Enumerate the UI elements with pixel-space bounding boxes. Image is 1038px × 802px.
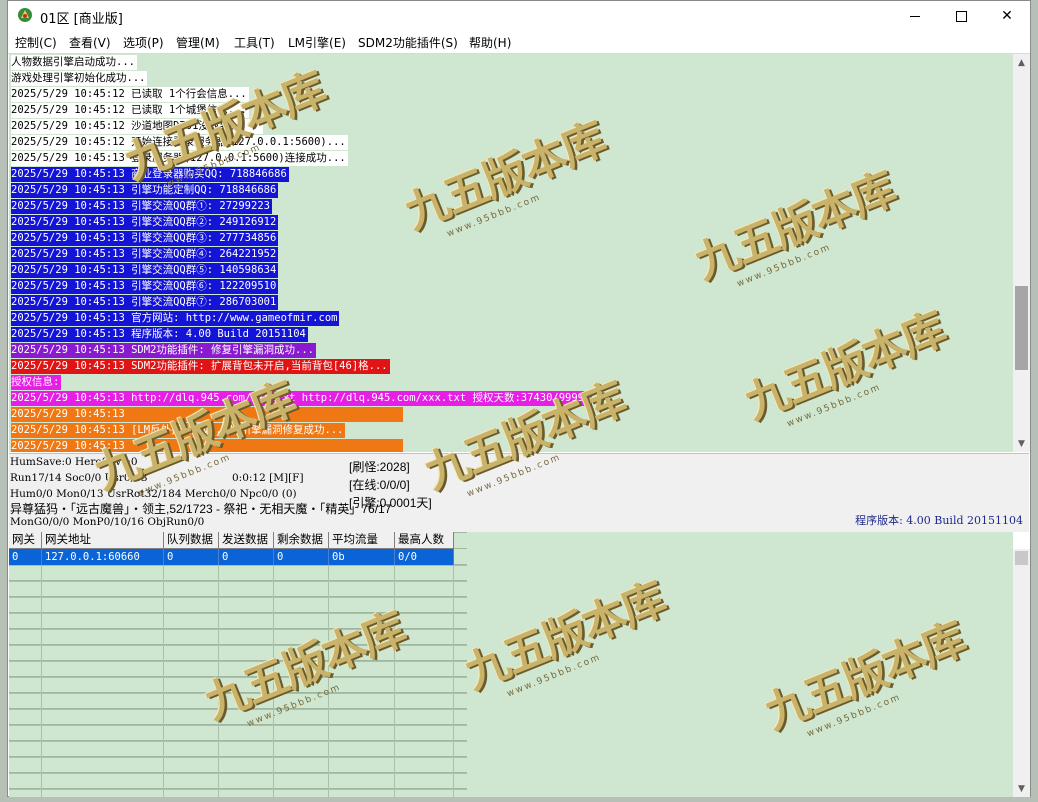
gateway-panel: 网关 网关地址 队列数据 发送数据 剩余数据 平均流量 最高人数 0 127.0.0.1:60… [9, 532, 1013, 797]
table-cell: 0 [9, 549, 42, 565]
close-icon: ✕ [1001, 8, 1013, 24]
table-cell: 0 [274, 549, 329, 565]
main-window: 01区 [商业版] ✕ 控制(C) 查看(V) 选项(P) 管理(M) 工具(T) LM引… [7, 0, 1031, 797]
table-cell: 127.0.0.1:60660 [42, 549, 164, 565]
log-line: 2025/5/29 10:45:13 引擎交流QQ群④: 264221952 [11, 247, 279, 262]
column-header[interactable]: 发送数据 [219, 532, 274, 549]
table-cell: 0/0 [395, 549, 454, 565]
scroll-thumb[interactable] [1015, 286, 1028, 370]
log-line: 2025/5/29 10:45:13 [11, 407, 403, 422]
log-line: 人物数据引擎启动成功... [11, 55, 137, 70]
column-header[interactable]: 队列数据 [164, 532, 219, 549]
gateway-scrollbar[interactable]: ▲ ▼ [1013, 549, 1030, 797]
column-header[interactable]: 网关地址 [42, 532, 164, 549]
log-line: 2025/5/29 10:45:13 [11, 439, 403, 452]
column-header[interactable]: 最高人数 [395, 532, 454, 549]
table-cell: 0 [164, 549, 219, 565]
close-button[interactable]: ✕ [984, 1, 1030, 31]
maximize-icon [955, 10, 967, 22]
log-line: 2025/5/29 10:45:13 官方网站: http://www.game… [11, 311, 340, 326]
grid-col-line [163, 565, 164, 797]
log-line: 2025/5/29 10:45:13 SDM2功能插件: 修复引擎漏洞成功... [11, 343, 317, 358]
grid-col-line [218, 565, 219, 797]
table-cell: 0b [329, 549, 395, 565]
scroll-down-icon[interactable]: ▼ [1013, 435, 1030, 452]
log-line: 2025/5/29 10:45:13 引擎交流QQ群②: 249126912 [11, 215, 279, 230]
table-row[interactable]: 0 127.0.0.1:60660 0 0 0 0b 0/0 [9, 549, 454, 565]
status-panel: HumSave:0 HeroSave:0 Run17/14 Soc0/0 Usr… [9, 453, 1029, 532]
log-line: 2025/5/29 10:45:12 开始连接登录服务器(127.0.0.1:5… [11, 135, 348, 150]
boss-info: 异尊猛犸・「远古魔兽」・领主,52/1723 - 祭祀・无相天魔・「精英」76/… [10, 502, 392, 516]
grid-col-line [328, 565, 329, 797]
log-line: 2025/5/29 10:45:13 引擎功能定制QQ: 718846686 [11, 183, 279, 198]
mon-stats: MonG0/0/0 MonP0/10/16 ObjRun0/0 [10, 516, 205, 528]
menu-bar: 控制(C) 查看(V) 选项(P) 管理(M) 工具(T) LM引擎(E) SDM2功能插件… [8, 31, 1030, 54]
grid-col-line [41, 565, 42, 797]
log-scrollbar[interactable]: ▲ ▼ [1013, 54, 1030, 452]
log-line: 2025/5/29 10:45:13 [LM反外挂引擎v3.6]:引擎漏洞修复成… [11, 423, 346, 438]
menu-item-6[interactable]: SDM2功能插件(S) [358, 34, 458, 51]
column-header[interactable]: 剩余数据 [274, 532, 329, 549]
menu-item-0[interactable]: 控制(C) [15, 34, 57, 51]
log-line: 2025/5/29 10:45:13 SDM2功能插件: 扩展背包未开启,当前背… [11, 359, 390, 374]
menu-item-4[interactable]: 工具(T) [234, 34, 275, 51]
gw-scroll-thumb[interactable] [1015, 551, 1028, 565]
log-line: 2025/5/29 10:45:13 引擎交流QQ群①: 27299223 [11, 199, 272, 214]
column-header[interactable]: 网关 [9, 532, 42, 549]
gateway-header: 网关 网关地址 队列数据 发送数据 剩余数据 平均流量 最高人数 [9, 532, 454, 549]
log-line: 授权信息: [11, 375, 62, 390]
scroll-up-icon[interactable]: ▲ [1013, 54, 1030, 71]
log-line: 2025/5/29 10:45:13 商业登录器购买QQ: 718846686 [11, 167, 289, 182]
log-line: 2025/5/29 10:45:13 引擎交流QQ群⑦: 286703001 [11, 295, 279, 310]
log-line: 2025/5/29 10:45:12 已读取 1个行会信息... [11, 87, 249, 102]
log-line: 2025/5/29 10:45:13 引擎交流QQ群⑤: 140598634 [11, 263, 279, 278]
log-line: 游戏处理引擎初始化成功... [11, 71, 148, 86]
menu-item-2[interactable]: 选项(P) [123, 34, 164, 51]
engine-days: [引擎:0.0001天] [349, 496, 432, 510]
run-timer: 0:0:12 [M][F] [232, 472, 304, 484]
minimize-button[interactable] [892, 1, 938, 31]
online-count: [在线:0/0/0] [349, 478, 410, 492]
maximize-button[interactable] [938, 1, 984, 31]
log-line: 2025/5/29 10:45:12 已读取 1个城堡信息... [11, 103, 249, 118]
log-line: 2025/5/29 10:45:13 引擎交流QQ群③: 277734856 [11, 231, 279, 246]
log-line: 2025/5/29 10:45:12 沙道地图D701没找到！！！ [11, 119, 264, 134]
hum-stats: Hum0/0 Mon0/13 UsrRot32/184 Merch0/0 Npc… [10, 488, 297, 500]
grid-columns [9, 565, 467, 797]
menu-item-5[interactable]: LM引擎(E) [288, 34, 346, 51]
gw-scroll-down-icon[interactable]: ▼ [1013, 780, 1030, 797]
menu-item-1[interactable]: 查看(V) [69, 34, 111, 51]
refresh-count: [刷怪:2028] [349, 460, 410, 474]
log-line: 2025/5/29 10:45:13 登录服务器(127.0.0.1:5600)… [11, 151, 348, 166]
column-header[interactable]: 平均流量 [329, 532, 395, 549]
log-line: 2025/5/29 10:45:13 http://dlq.945.com/xx… [11, 391, 593, 406]
grid-col-line [273, 565, 274, 797]
grid-col-line [453, 565, 454, 797]
menu-item-7[interactable]: 帮助(H) [469, 34, 511, 51]
menu-item-3[interactable]: 管理(M) [176, 34, 220, 51]
title-bar[interactable]: 01区 [商业版] ✕ [8, 1, 1030, 31]
window-title: 01区 [商业版] [40, 12, 123, 27]
app-icon [18, 8, 32, 22]
log-line: 2025/5/29 10:45:13 引擎交流QQ群⑥: 122209510 [11, 279, 279, 294]
table-cell: 0 [219, 549, 274, 565]
save-stats: HumSave:0 HeroSave:0 [10, 456, 138, 468]
minimize-icon [910, 15, 920, 17]
program-version: 程序版本: 4.00 Build 20151104 [855, 514, 1023, 527]
run-stats: Run17/14 Soc0/0 Usr0/13 [10, 472, 148, 484]
gateway-table: 网关 网关地址 队列数据 发送数据 剩余数据 平均流量 最高人数 0 127.0.0.1:60… [9, 532, 467, 797]
log-panel[interactable]: 人物数据引擎启动成功... 游戏处理引擎初始化成功... 2025/5/29 10:… [9, 54, 1013, 452]
log-line: 2025/5/29 10:45:13 程序版本: 4.00 Build 2015… [11, 327, 308, 342]
grid-col-line [394, 565, 395, 797]
